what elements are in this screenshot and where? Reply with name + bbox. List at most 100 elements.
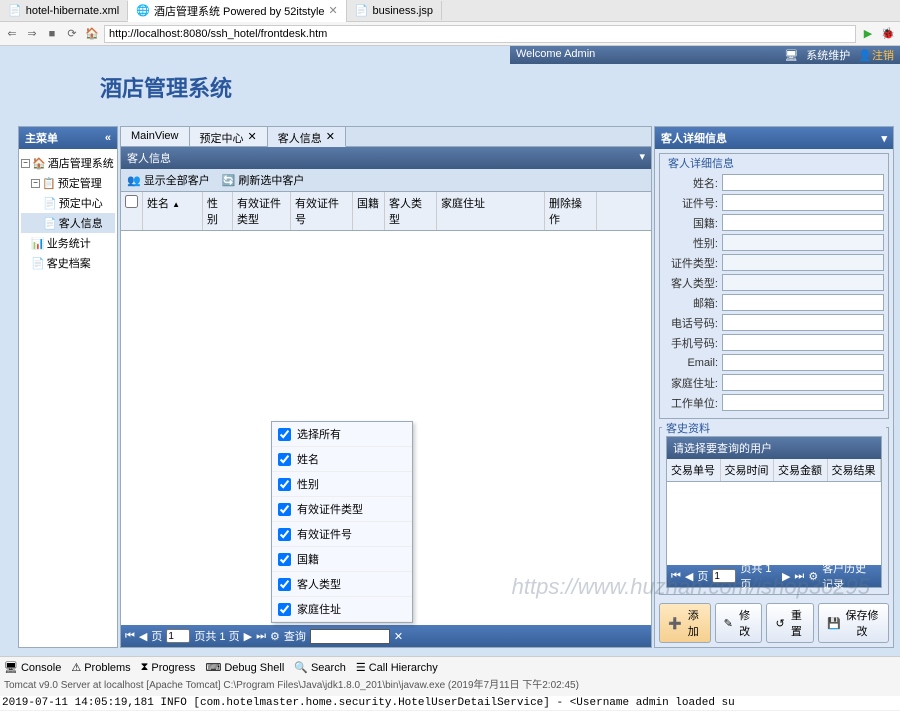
last-page-icon[interactable]: ⏭: [256, 630, 266, 643]
tree-reserve-center[interactable]: 📄 预定中心: [21, 193, 115, 213]
view-console[interactable]: 🖥Console: [4, 661, 61, 674]
th-sex[interactable]: 性别: [203, 192, 233, 230]
input-nation[interactable]: [722, 214, 884, 231]
th-card-type[interactable]: 有效证件类型: [233, 192, 291, 230]
input-sex[interactable]: [722, 234, 884, 251]
collapse-icon[interactable]: ▾: [639, 150, 645, 166]
input-email-cn[interactable]: [722, 294, 884, 311]
collapse-icon[interactable]: «: [105, 132, 111, 144]
th-trans-amount[interactable]: 交易金额: [774, 459, 828, 481]
tree-reserve-mgmt[interactable]: − 📋 预定管理: [21, 173, 115, 193]
checkbox[interactable]: [278, 603, 291, 616]
stop-button[interactable]: ■: [44, 26, 60, 42]
th-trans-result[interactable]: 交易结果: [828, 459, 882, 481]
guest-grid-body[interactable]: 选择所有 姓名 性别 有效证件类型 有效证件号 国籍 客人类型 家庭住址: [121, 231, 651, 625]
picker-select-all[interactable]: 选择所有: [272, 422, 412, 447]
tree-biz-stats[interactable]: 📊 业务统计: [21, 233, 115, 253]
browser-tab-jsp[interactable]: 📄 business.jsp: [347, 1, 442, 20]
sys-maint-link[interactable]: 系统维护: [806, 47, 850, 63]
input-cardno[interactable]: [722, 194, 884, 211]
tab-mainview[interactable]: MainView: [121, 127, 190, 146]
prev-page-icon[interactable]: ◀: [685, 570, 693, 583]
checkbox[interactable]: [278, 503, 291, 516]
checkbox[interactable]: [278, 478, 291, 491]
checkbox[interactable]: [278, 428, 291, 441]
input-work[interactable]: [722, 394, 884, 411]
reset-button[interactable]: ↺重置: [766, 603, 814, 643]
th-trans-time[interactable]: 交易时间: [721, 459, 775, 481]
picker-item-name[interactable]: 姓名: [272, 447, 412, 472]
input-mobile[interactable]: [722, 334, 884, 351]
picker-item-cardtype[interactable]: 有效证件类型: [272, 497, 412, 522]
refresh-button[interactable]: ⟳: [64, 26, 80, 42]
input-gtype[interactable]: [722, 274, 884, 291]
collapse-icon[interactable]: ▾: [881, 132, 887, 145]
next-page-icon[interactable]: ▶: [244, 630, 252, 643]
save-button[interactable]: 💾保存修改: [818, 603, 889, 643]
tab-reserve-center[interactable]: 预定中心✕: [190, 127, 268, 146]
close-icon[interactable]: ✕: [329, 4, 338, 17]
input-email-en[interactable]: [722, 354, 884, 371]
gear-icon[interactable]: ⚙: [808, 570, 818, 583]
address-bar[interactable]: [104, 25, 856, 43]
th-name[interactable]: 姓名 ▲: [143, 192, 203, 230]
show-all-button[interactable]: 👥 显示全部客户: [127, 172, 210, 188]
gear-icon[interactable]: ⚙: [270, 630, 280, 643]
browser-tab-hotel-xml[interactable]: 📄 hotel-hibernate.xml: [0, 1, 128, 20]
first-page-icon[interactable]: ⏮: [671, 570, 681, 583]
tree-history[interactable]: 📄 客史档案: [21, 253, 115, 273]
last-page-icon[interactable]: ⏭: [794, 570, 804, 583]
close-icon[interactable]: ✕: [326, 130, 335, 143]
checkbox[interactable]: [278, 528, 291, 541]
tree-root[interactable]: − 🏠 酒店管理系统: [21, 153, 115, 173]
view-call-hierarchy[interactable]: ☰Call Hierarchy: [356, 661, 438, 674]
toggle-icon[interactable]: −: [21, 159, 30, 168]
input-addr[interactable]: [722, 374, 884, 391]
prev-page-icon[interactable]: ◀: [139, 630, 147, 643]
debug-button[interactable]: 🐞: [880, 26, 896, 42]
view-problems[interactable]: ⚠Problems: [71, 661, 130, 674]
input-cardtype[interactable]: [722, 254, 884, 271]
toggle-icon[interactable]: −: [31, 179, 40, 188]
th-delete-op[interactable]: 删除操作: [545, 192, 597, 230]
input-name[interactable]: [722, 174, 884, 191]
th-guest-type[interactable]: 客人类型: [385, 192, 437, 230]
run-button[interactable]: ▶: [860, 26, 876, 42]
picker-item-cardno[interactable]: 有效证件号: [272, 522, 412, 547]
clear-icon[interactable]: ✕: [394, 630, 403, 643]
close-icon[interactable]: ✕: [248, 130, 257, 143]
refresh-selected-button[interactable]: 🔄 刷新选中客户: [222, 172, 305, 188]
next-page-icon[interactable]: ▶: [782, 570, 790, 583]
th-card-no[interactable]: 有效证件号: [291, 192, 353, 230]
page-input[interactable]: [712, 569, 736, 583]
th-checkbox[interactable]: [121, 192, 143, 230]
home-button[interactable]: 🏠: [84, 26, 100, 42]
browser-tab-app[interactable]: 🌐 酒店管理系统 Powered by 52itstyle ✕: [128, 0, 346, 22]
history-grid-body[interactable]: [667, 482, 881, 565]
tree-guest-info[interactable]: 📄 客人信息: [21, 213, 115, 233]
page-input[interactable]: [166, 629, 190, 643]
logout-link[interactable]: 注销: [872, 50, 894, 62]
first-page-icon[interactable]: ⏮: [125, 630, 135, 643]
search-input[interactable]: [310, 629, 390, 644]
picker-item-nation[interactable]: 国籍: [272, 547, 412, 572]
select-all-checkbox[interactable]: [125, 195, 138, 208]
checkbox[interactable]: [278, 553, 291, 566]
th-nation[interactable]: 国籍: [353, 192, 385, 230]
view-debug-shell[interactable]: ⌨Debug Shell: [205, 661, 284, 674]
picker-item-sex[interactable]: 性别: [272, 472, 412, 497]
view-search[interactable]: 🔍Search: [294, 661, 346, 674]
tab-guest-info[interactable]: 客人信息✕: [268, 127, 346, 147]
forward-button[interactable]: ⇒: [24, 26, 40, 42]
checkbox[interactable]: [278, 453, 291, 466]
modify-button[interactable]: ✎修改: [715, 603, 763, 643]
input-phone[interactable]: [722, 314, 884, 331]
picker-item-addr[interactable]: 家庭住址: [272, 597, 412, 622]
add-button[interactable]: ➕添加: [659, 603, 711, 643]
checkbox[interactable]: [278, 578, 291, 591]
back-button[interactable]: ⇐: [4, 26, 20, 42]
th-trans-no[interactable]: 交易单号: [667, 459, 721, 481]
picker-item-gtype[interactable]: 客人类型: [272, 572, 412, 597]
view-progress[interactable]: ⧗Progress: [141, 661, 196, 674]
th-home-addr[interactable]: 家庭住址: [437, 192, 545, 230]
